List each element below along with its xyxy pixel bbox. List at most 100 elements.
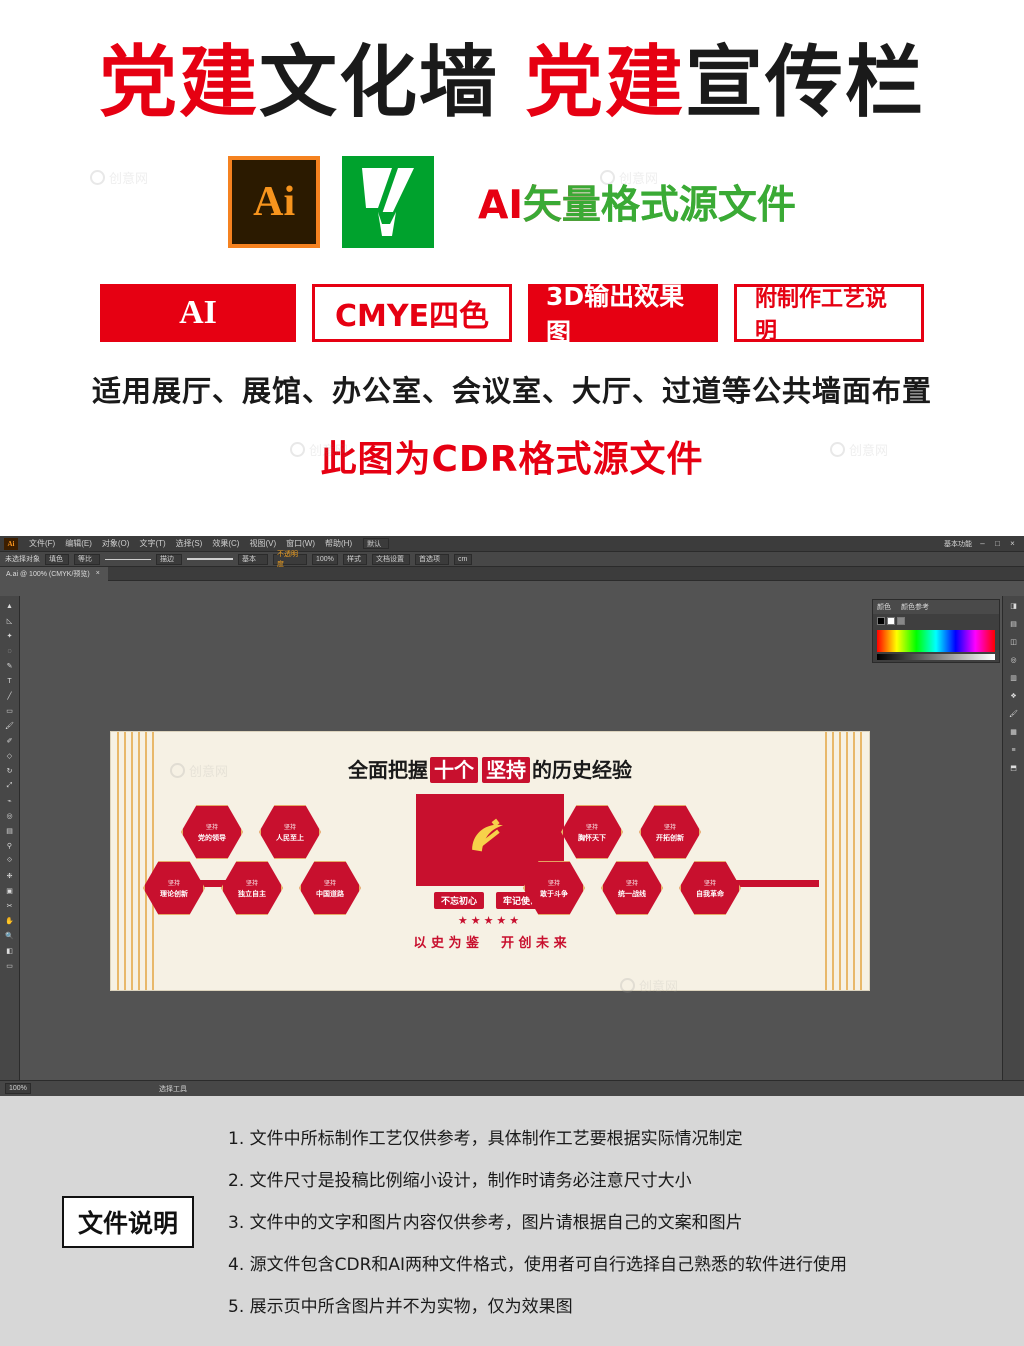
artwork-title-hl1: 十个 xyxy=(430,757,478,783)
vector-note-green: 矢量格式源文件 xyxy=(522,183,796,228)
appearance-panel-icon[interactable]: ◎ xyxy=(1007,654,1021,666)
list-item: 1. 文件中所标制作工艺仅供参考，具体制作工艺要根据实际情况制定 xyxy=(228,1129,743,1149)
hex-badge: 坚持 胸怀天下 xyxy=(561,805,623,859)
direct-selection-tool-icon[interactable]: ◺ xyxy=(3,615,17,627)
scale-tool-icon[interactable]: ⤢ xyxy=(3,780,17,792)
magic-wand-tool-icon[interactable]: ✦ xyxy=(3,630,17,642)
pathfinder-panel-icon[interactable]: ⬒ xyxy=(1007,762,1021,774)
tab-color[interactable]: 颜色 xyxy=(877,602,891,612)
stroke-panel-icon[interactable]: ▤ xyxy=(1007,618,1021,630)
minimize-button[interactable]: – xyxy=(978,539,987,548)
brushes-panel-icon[interactable]: 🖌 xyxy=(1007,708,1021,720)
zoom-tool-icon[interactable]: 🔍 xyxy=(3,930,17,942)
pencil-tool-icon[interactable]: ✐ xyxy=(3,735,17,747)
document-tab-bar: A.ai @ 100% (CMYK/预览) × xyxy=(0,566,1024,581)
menu-help[interactable]: 帮助(H) xyxy=(320,538,357,549)
stroke-preview-line-2 xyxy=(187,558,233,560)
hex-label: 自我革命 xyxy=(696,889,724,898)
fill-stroke-swatch-icon[interactable]: ◧ xyxy=(3,945,17,957)
close-button[interactable]: × xyxy=(1008,539,1017,548)
stroke-weight-field[interactable]: 等比 xyxy=(74,553,100,565)
document-tab[interactable]: A.ai @ 100% (CMYK/预览) × xyxy=(0,566,108,581)
bottom-text-left: 以 史 为 鉴 xyxy=(413,936,479,951)
gradient-tool-icon[interactable]: ▤ xyxy=(3,825,17,837)
blend-tool-icon[interactable]: ⟐ xyxy=(3,855,17,867)
notes-list: 1. 文件中所标制作工艺仅供参考，具体制作工艺要根据实际情况制定 2. 文件尺寸… xyxy=(228,1124,1004,1317)
transparency-panel-icon[interactable]: ◫ xyxy=(1007,636,1021,648)
preferences-button[interactable]: 首选项 xyxy=(415,553,449,565)
hex-prefix: 坚持 xyxy=(205,823,218,831)
align-panel-icon[interactable]: ≡ xyxy=(1007,744,1021,756)
maximize-button[interactable]: □ xyxy=(993,539,1002,548)
hand-tool-icon[interactable]: ✋ xyxy=(3,915,17,927)
shape-builder-tool-icon[interactable]: ◎ xyxy=(3,810,17,822)
unit-dropdown[interactable]: cm xyxy=(454,553,472,565)
selection-tool-icon[interactable]: ▲ xyxy=(3,600,17,612)
style-dropdown[interactable]: 样式 xyxy=(343,553,367,565)
coreldraw-icon xyxy=(342,156,435,248)
canvas[interactable]: 全面把握十个坚持的历史经验 不忘初心 牢记使命 ★★★★★ 以 史 为 鉴 xyxy=(20,596,1002,1080)
paintbrush-tool-icon[interactable]: 🖌 xyxy=(3,720,17,732)
swatch-gray[interactable] xyxy=(897,617,905,625)
color-spectrum[interactable] xyxy=(877,630,995,652)
swatch-black[interactable] xyxy=(877,617,885,625)
stroke-align-field[interactable]: 描边 xyxy=(156,553,182,565)
hex-prefix: 坚持 xyxy=(703,879,716,887)
eyedropper-tool-icon[interactable]: ⚲ xyxy=(3,840,17,852)
tag-ai: AI xyxy=(100,284,296,342)
swatches-panel-icon[interactable]: ▦ xyxy=(1007,726,1021,738)
list-item: 5. 展示页中所含图片并不为实物，仅为效果图 xyxy=(228,1297,573,1317)
artboard-tool-icon[interactable]: ▣ xyxy=(3,885,17,897)
illustrator-icon: Ai xyxy=(228,156,321,248)
menu-file[interactable]: 文件(F) xyxy=(24,538,60,549)
width-tool-icon[interactable]: ⌁ xyxy=(3,795,17,807)
rotate-tool-icon[interactable]: ↻ xyxy=(3,765,17,777)
color-panel-tabs: 颜色 颜色参考 xyxy=(873,600,999,614)
menu-view[interactable]: 视图(V) xyxy=(244,538,281,549)
menu-extra-dropdown[interactable]: 默认 xyxy=(363,538,390,549)
hex-badge: 坚持 独立自主 xyxy=(221,861,283,915)
symbols-panel-icon[interactable]: ❖ xyxy=(1007,690,1021,702)
rectangle-tool-icon[interactable]: ▭ xyxy=(3,705,17,717)
lasso-tool-icon[interactable]: ◌ xyxy=(3,645,17,657)
workspace-switcher[interactable]: 基本功能 xyxy=(944,539,972,549)
hex-prefix: 坚持 xyxy=(167,879,180,887)
menu-window[interactable]: 窗口(W) xyxy=(281,538,320,549)
swatch-white[interactable] xyxy=(887,617,895,625)
eraser-tool-icon[interactable]: ◇ xyxy=(3,750,17,762)
tools-panel: ▲ ◺ ✦ ◌ ✎ T ╱ ▭ 🖌 ✐ ◇ ↻ ⤢ ⌁ ◎ ▤ ⚲ ⟐ ❉ ▣ … xyxy=(0,596,20,1080)
tag-cmyk: CMYE四色 xyxy=(312,284,512,342)
hex-label: 独立自主 xyxy=(238,889,266,898)
slogan-1: 不忘初心 xyxy=(433,892,484,909)
stroke-style-field[interactable]: 基本 xyxy=(238,553,268,565)
tag-craft: 附制作工艺说明 xyxy=(734,284,924,344)
menu-select[interactable]: 选择(S) xyxy=(171,538,208,549)
color-panel-icon[interactable]: ◨ xyxy=(1007,600,1021,612)
menu-type[interactable]: 文字(T) xyxy=(134,538,170,549)
slice-tool-icon[interactable]: ✂ xyxy=(3,900,17,912)
opacity-field[interactable]: 100% xyxy=(312,553,338,565)
screen-mode-icon[interactable]: ▭ xyxy=(3,960,17,972)
menu-edit[interactable]: 编辑(E) xyxy=(60,538,97,549)
close-icon[interactable]: × xyxy=(96,570,100,577)
grayscale-ramp[interactable] xyxy=(877,654,995,660)
title-part-3: 党建 xyxy=(525,38,686,128)
line-tool-icon[interactable]: ╱ xyxy=(3,690,17,702)
page-title: 党建文化墙 党建宣传栏 xyxy=(0,0,1024,122)
fill-color-swatch[interactable]: 填色 xyxy=(45,553,69,565)
symbol-sprayer-tool-icon[interactable]: ❉ xyxy=(3,870,17,882)
pen-tool-icon[interactable]: ✎ xyxy=(3,660,17,672)
promo-banner: 党建文化墙 党建宣传栏 Ai AI矢量格式源文件 AI CMYE四色 3D输出效果… xyxy=(0,0,1024,536)
star-row: ★★★★★ xyxy=(457,915,523,927)
document-setup-button[interactable]: 文档设置 xyxy=(372,553,410,565)
title-part-1: 党建 xyxy=(98,38,259,128)
menu-object[interactable]: 对象(O) xyxy=(97,538,135,549)
menu-effect[interactable]: 效果(C) xyxy=(207,538,244,549)
current-tool-label: 选择工具 xyxy=(159,1085,187,1093)
color-panel[interactable]: 颜色 颜色参考 xyxy=(872,599,1000,663)
zoom-level-field[interactable]: 100% xyxy=(5,1083,31,1094)
type-tool-icon[interactable]: T xyxy=(3,675,17,687)
layers-panel-icon[interactable]: ▥ xyxy=(1007,672,1021,684)
artwork-title: 全面把握 十个 坚持 的历史经验 xyxy=(111,754,869,783)
tab-color-guide[interactable]: 颜色参考 xyxy=(901,602,929,612)
